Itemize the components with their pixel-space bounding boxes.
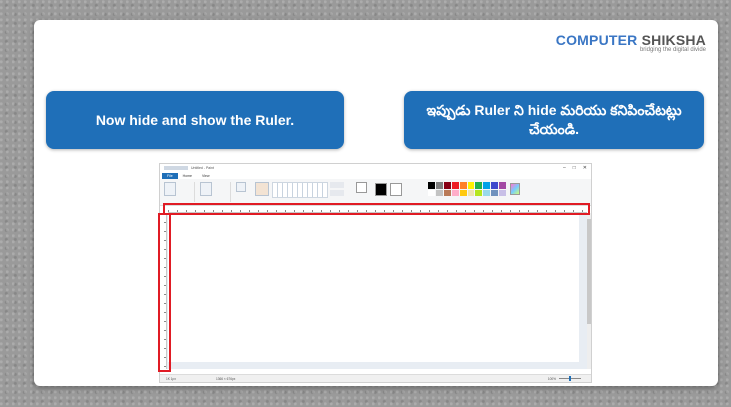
ribbon-toolbar	[160, 179, 591, 206]
computer-shiksha-logo: COMPUTER SHIKSHA bridging the digital di…	[556, 32, 706, 53]
palette-color-swatch[interactable]	[491, 182, 499, 189]
scrollbar-thumb[interactable]	[587, 219, 591, 324]
fill-icon[interactable]	[330, 190, 344, 196]
horizontal-ruler-highlight	[163, 203, 590, 215]
drawing-canvas[interactable]	[168, 214, 579, 362]
paint-titlebar: Untitled - Paint – □ ✕	[160, 164, 591, 172]
zoom-slider[interactable]	[559, 376, 581, 381]
palette-color-swatch[interactable]	[428, 189, 435, 196]
palette-color-swatch[interactable]	[483, 182, 491, 189]
palette-color-swatch[interactable]	[499, 182, 506, 189]
palette-color-swatch[interactable]	[491, 189, 499, 196]
maximize-button[interactable]: □	[573, 165, 576, 171]
close-button[interactable]: ✕	[583, 165, 587, 171]
ribbon-tabs: File Home View	[160, 172, 591, 179]
status-size: 1366 × 676px	[215, 376, 236, 381]
palette-color-swatch[interactable]	[467, 189, 475, 196]
vertical-ruler-highlight	[158, 213, 171, 372]
zoom-level: 100%	[547, 376, 556, 381]
paint-statusbar: 1K 1px 1366 × 676px 100%	[160, 374, 591, 382]
palette-color-swatch[interactable]	[451, 182, 459, 189]
shapes-gallery[interactable]	[272, 182, 328, 198]
select-icon[interactable]	[200, 182, 212, 196]
minimize-button[interactable]: –	[563, 165, 566, 171]
palette-color-swatch[interactable]	[499, 189, 506, 196]
palette-color-swatch[interactable]	[435, 189, 443, 196]
zoom-control: 100%	[547, 376, 581, 381]
palette-color-swatch[interactable]	[467, 182, 475, 189]
pencil-icon[interactable]	[236, 182, 246, 192]
quick-access-toolbar[interactable]	[164, 166, 188, 170]
paste-icon[interactable]	[164, 182, 176, 196]
instruction-telugu: ఇప్పుడు Ruler ని hide మరియు కనిపించేటట్ల…	[404, 91, 704, 149]
size-icon[interactable]	[356, 182, 367, 193]
brushes-icon[interactable]	[255, 182, 269, 196]
edit-colors-icon[interactable]	[510, 183, 520, 195]
palette-color-swatch[interactable]	[443, 182, 451, 189]
color-palette	[428, 182, 506, 196]
ribbon-divider	[194, 182, 195, 202]
status-position: 1K 1px	[166, 376, 176, 381]
color2-swatch[interactable]	[390, 183, 402, 196]
slide-card: COMPUTER SHIKSHA bridging the digital di…	[34, 20, 718, 386]
logo-brand-computer: COMPUTER	[555, 32, 638, 48]
palette-color-swatch[interactable]	[459, 189, 467, 196]
palette-color-swatch[interactable]	[451, 189, 459, 196]
palette-color-swatch[interactable]	[459, 182, 467, 189]
logo-text: COMPUTER SHIKSHA	[556, 32, 706, 48]
instruction-english: Now hide and show the Ruler.	[46, 91, 344, 149]
paint-workspace	[167, 213, 587, 369]
window-title: Untitled - Paint	[191, 166, 214, 170]
palette-color-swatch[interactable]	[428, 182, 435, 189]
outline-icon[interactable]	[330, 182, 344, 188]
palette-color-swatch[interactable]	[483, 189, 491, 196]
ribbon-divider	[230, 182, 231, 202]
palette-color-swatch[interactable]	[435, 182, 443, 189]
paint-window-screenshot: Untitled - Paint – □ ✕ File Home View 1K…	[158, 163, 592, 383]
palette-color-swatch[interactable]	[475, 189, 483, 196]
logo-brand-shiksha: SHIKSHA	[637, 32, 706, 48]
vertical-scrollbar[interactable]	[587, 213, 591, 369]
color1-swatch[interactable]	[375, 183, 387, 196]
palette-color-swatch[interactable]	[475, 182, 483, 189]
window-controls: – □ ✕	[563, 165, 587, 171]
palette-color-swatch[interactable]	[443, 189, 451, 196]
